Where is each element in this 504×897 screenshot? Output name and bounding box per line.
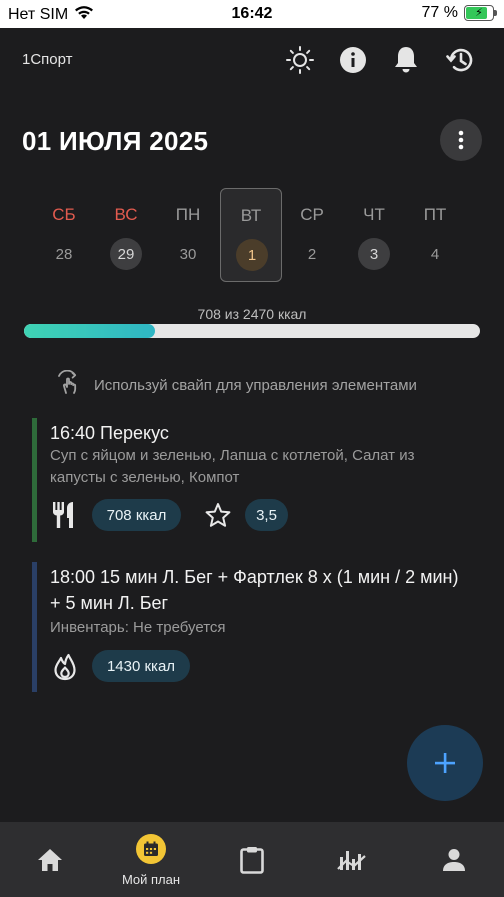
week-day[interactable]: ВС 29 xyxy=(95,188,157,282)
tab-clipboard[interactable] xyxy=(202,822,302,897)
week-day[interactable]: СБ 28 xyxy=(33,188,95,282)
fire-icon xyxy=(52,652,78,682)
week-day[interactable]: ПН 30 xyxy=(157,188,219,282)
workout-equipment: Инвентарь: Не требуется xyxy=(50,619,226,636)
swipe-hint: Используй свайп для управления элементам… xyxy=(56,369,417,400)
week-strip: СБ 28 ВС 29 ПН 30 ВТ 1 СР 2 ЧТ 3 ПТ 4 xyxy=(0,188,504,282)
info-icon[interactable] xyxy=(337,44,369,76)
calories-progress-fill xyxy=(24,324,155,338)
status-bar: Нет SIM 16:42 77 % ⚡ xyxy=(0,0,504,28)
plus-icon xyxy=(435,753,455,773)
week-day-number: 4 xyxy=(430,245,440,263)
week-day-name: СБ xyxy=(52,205,76,224)
tab-my-plan-label: Мой план xyxy=(121,872,181,887)
week-day-name: СР xyxy=(300,205,324,224)
profile-icon xyxy=(443,848,465,871)
battery-icon: ⚡ xyxy=(464,5,497,21)
add-button[interactable] xyxy=(407,725,483,801)
calories-summary: 708 из 2470 ккал xyxy=(197,306,307,322)
week-day[interactable]: ПТ 4 xyxy=(404,188,466,282)
clipboard-icon xyxy=(240,846,264,874)
tab-statistics[interactable] xyxy=(302,822,402,897)
week-day-number: 2 xyxy=(307,245,317,263)
calendar-icon xyxy=(136,834,166,864)
bottom-tab-bar: Мой план xyxy=(0,822,504,897)
week-day[interactable]: ВТ 1 xyxy=(220,188,282,282)
tab-my-plan[interactable]: Мой план xyxy=(101,822,201,897)
app-title: 1Спорт xyxy=(22,51,73,68)
meal-calories-badge: 708 ккал xyxy=(92,499,181,531)
tab-profile[interactable] xyxy=(404,822,504,897)
week-day-number: 29 xyxy=(110,238,142,270)
more-options-button[interactable] xyxy=(440,119,482,161)
meal-accent-bar xyxy=(32,418,37,542)
week-day-name: ПТ xyxy=(423,205,447,224)
calories-progress xyxy=(24,324,480,338)
week-day-number: 30 xyxy=(179,245,197,263)
more-vert-icon xyxy=(458,130,464,150)
week-day[interactable]: СР 2 xyxy=(281,188,343,282)
bell-icon[interactable] xyxy=(390,44,422,76)
meal-title: 16:40 Перекус xyxy=(50,423,169,443)
workout-accent-bar xyxy=(32,562,37,692)
week-day-name: ВТ xyxy=(240,206,262,225)
workout-card[interactable]: 18:00 15 мин Л. Бег + Фартлек 8 х (1 мин… xyxy=(32,562,472,692)
swipe-icon xyxy=(56,369,82,400)
workout-title: 18:00 15 мин Л. Бег + Фартлек 8 х (1 мин… xyxy=(50,567,459,613)
meal-rating-badge: 3,5 xyxy=(245,499,288,531)
week-day-name: ПН xyxy=(175,205,201,224)
swipe-hint-text: Используй свайп для управления элементам… xyxy=(94,376,417,394)
brightness-icon[interactable] xyxy=(284,44,316,76)
week-day[interactable]: ЧТ 3 xyxy=(343,188,405,282)
top-bar: 1Спорт xyxy=(0,40,504,80)
history-icon[interactable] xyxy=(444,44,476,76)
home-icon xyxy=(38,848,62,871)
fork-knife-icon xyxy=(50,500,80,530)
meal-card[interactable]: 16:40 Перекус Суп с яйцом и зеленью, Лап… xyxy=(32,418,472,542)
week-day-name: ВС xyxy=(114,205,138,224)
page-title: 01 ИЮЛЯ 2025 xyxy=(22,126,209,156)
week-day-name: ЧТ xyxy=(363,205,385,224)
battery-percent: 77 % xyxy=(421,4,458,21)
tab-home[interactable] xyxy=(0,822,100,897)
meal-description: Суп с яйцом и зеленью, Лапша с котлетой,… xyxy=(50,447,415,486)
stats-icon xyxy=(337,850,366,870)
week-day-number: 3 xyxy=(358,238,390,270)
star-icon[interactable] xyxy=(204,501,232,529)
week-day-number: 28 xyxy=(55,245,73,263)
workout-calories-badge: 1430 ккал xyxy=(92,650,190,682)
week-day-number: 1 xyxy=(236,239,268,271)
